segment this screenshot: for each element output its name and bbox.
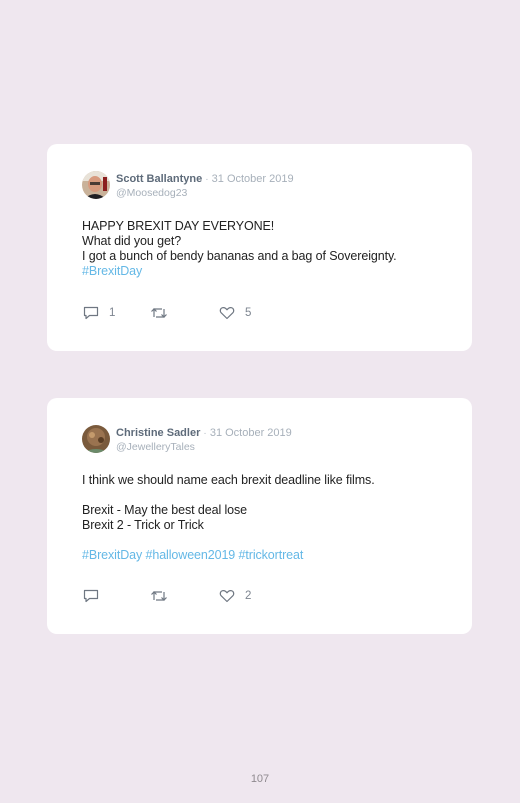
- tweet-line: Brexit 2 - Trick or Trick: [82, 518, 204, 532]
- tweet-line: Brexit - May the best deal lose: [82, 503, 248, 517]
- tweet-card: Christine Sadler · 31 October 2019 @Jewe…: [47, 398, 472, 634]
- tweet-line: I think we should name each brexit deadl…: [82, 473, 375, 487]
- like-button[interactable]: 2: [219, 589, 251, 603]
- like-button[interactable]: 5: [219, 306, 251, 320]
- tweet-date[interactable]: 31 October 2019: [212, 173, 294, 185]
- speech-bubble-icon: [83, 589, 99, 603]
- tweet-date[interactable]: 31 October 2019: [210, 427, 292, 439]
- hashtag-link[interactable]: #BrexitDay: [82, 264, 452, 279]
- tweet-text: HAPPY BREXIT DAY EVERYONE! What did you …: [82, 219, 452, 279]
- heart-icon: [219, 307, 235, 320]
- retweet-button[interactable]: [150, 306, 178, 320]
- reply-button[interactable]: 1: [83, 306, 115, 320]
- tweet-line: I got a bunch of bendy bananas and a bag…: [82, 249, 397, 263]
- tweet-line: What did you get?: [82, 234, 182, 248]
- avatar[interactable]: [82, 425, 110, 453]
- page-number: 107: [250, 773, 270, 785]
- reply-count: 1: [109, 307, 116, 319]
- speech-bubble-icon: [83, 306, 99, 320]
- retweet-icon: [151, 591, 167, 601]
- author-handle[interactable]: @Moosedog23: [116, 187, 294, 200]
- tweet-line: [82, 533, 452, 548]
- retweet-icon: [151, 308, 167, 318]
- like-count: 2: [245, 590, 252, 602]
- reply-button[interactable]: [83, 589, 109, 603]
- tweet-line: HAPPY BREXIT DAY EVERYONE!: [82, 219, 275, 233]
- tweet-line: [82, 488, 452, 503]
- meta-separator: ·: [203, 428, 207, 439]
- tweet-card: Scott Ballantyne · 31 October 2019 @Moos…: [47, 144, 472, 351]
- retweet-button[interactable]: [150, 589, 178, 603]
- author-name[interactable]: Christine Sadler: [116, 427, 200, 439]
- author-name[interactable]: Scott Ballantyne: [116, 173, 202, 185]
- avatar[interactable]: [82, 171, 110, 199]
- meta-separator: ·: [205, 174, 209, 185]
- tweet-text: I think we should name each brexit deadl…: [82, 473, 452, 563]
- hashtag-link[interactable]: #BrexitDay #halloween2019 #trickortreat: [82, 548, 452, 563]
- heart-icon: [219, 590, 235, 603]
- like-count: 5: [245, 307, 252, 319]
- author-handle[interactable]: @JewelleryTales: [116, 441, 292, 454]
